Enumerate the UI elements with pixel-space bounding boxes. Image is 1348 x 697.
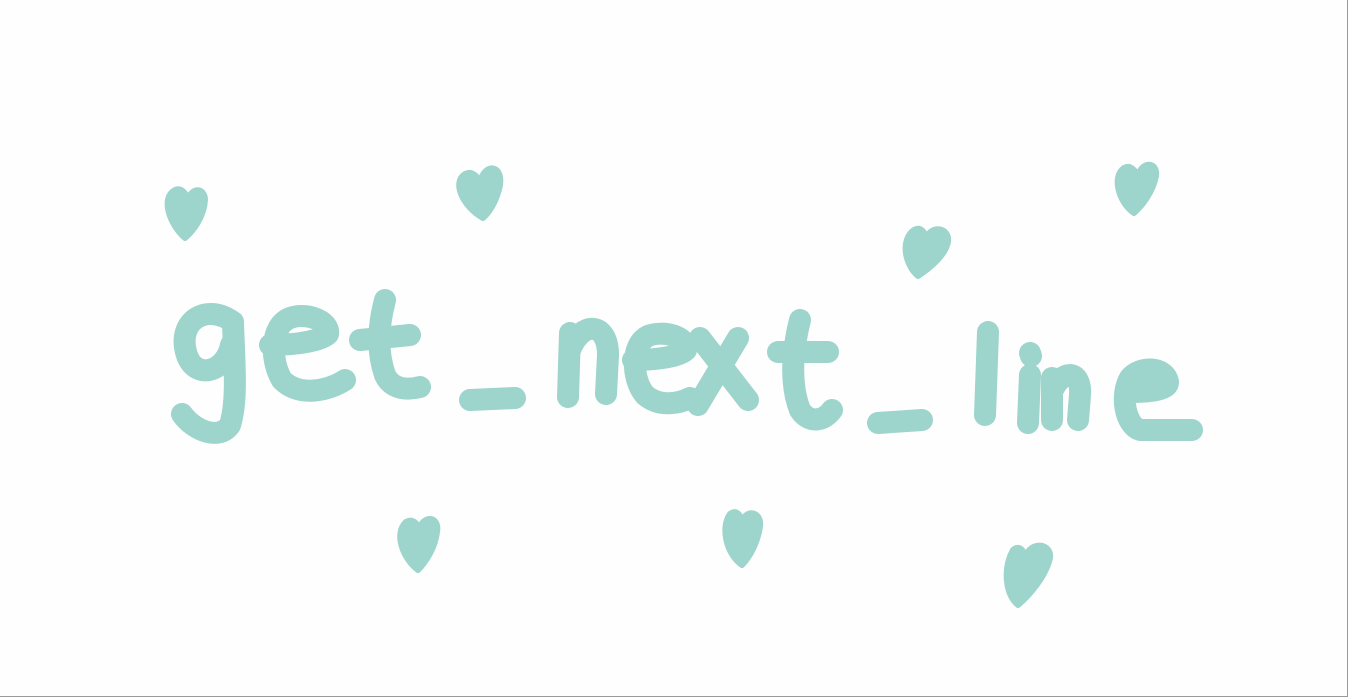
heart-icon	[397, 516, 441, 573]
letter-e-3	[1113, 358, 1203, 441]
letter-t	[349, 289, 431, 400]
letter-e-2	[622, 322, 701, 415]
heart-icon	[456, 165, 504, 221]
artwork-canvas: get_next_line	[0, 0, 1348, 697]
heart-icon	[164, 186, 208, 241]
letter-t-2	[767, 309, 843, 431]
heart-icon	[902, 225, 952, 279]
letter-i	[1017, 342, 1042, 434]
letter-g	[171, 303, 246, 444]
letter-n-2	[1041, 364, 1092, 431]
heart-icon	[1114, 161, 1160, 216]
letter-e	[259, 305, 356, 402]
underscore-2	[867, 409, 933, 434]
heart-icon	[722, 509, 764, 568]
letter-x	[687, 327, 759, 416]
letter-n	[557, 317, 619, 408]
underscore-1	[459, 387, 526, 411]
heart-icon	[1003, 542, 1054, 608]
hand-lettering	[164, 161, 1203, 608]
letter-l	[974, 321, 999, 426]
